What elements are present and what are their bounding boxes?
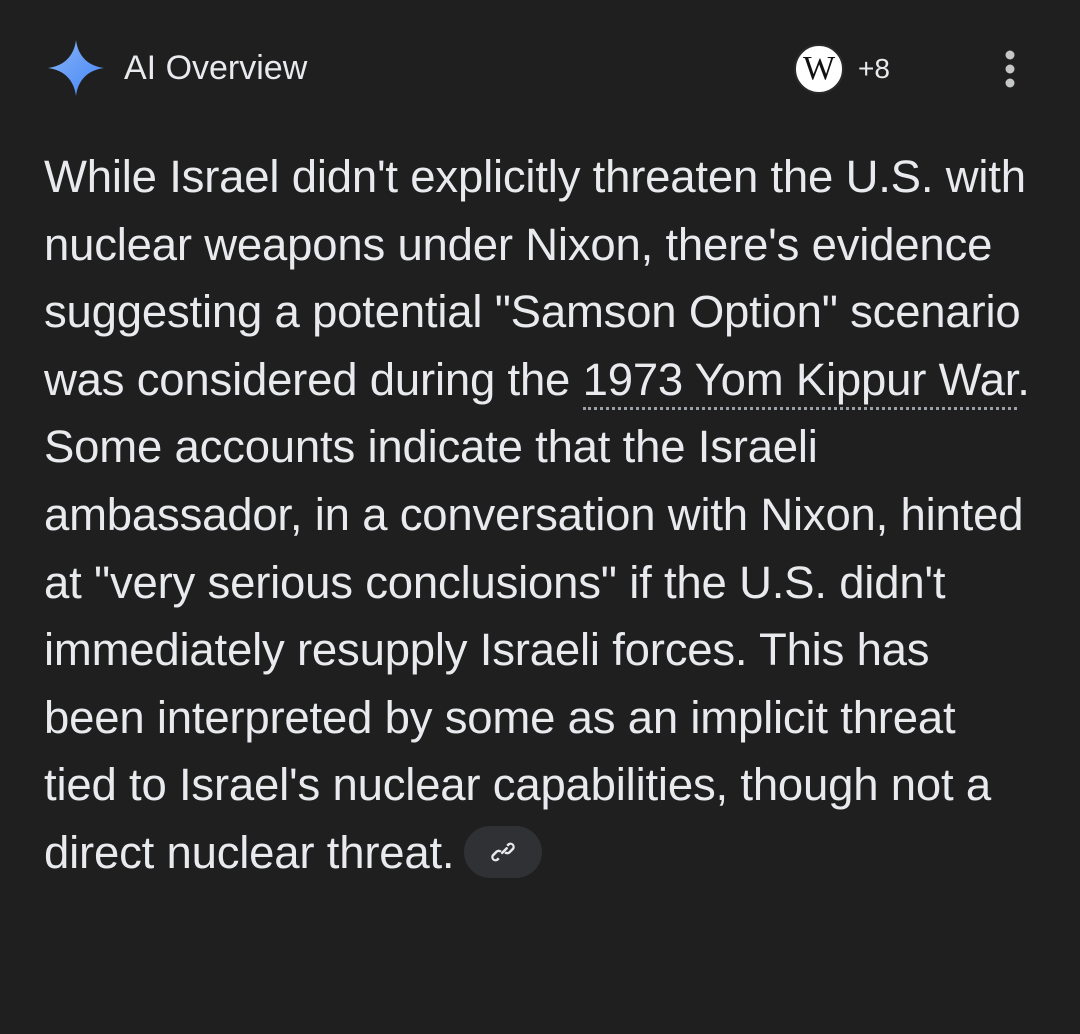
link-icon: [491, 842, 516, 862]
wikipedia-icon: W: [794, 44, 844, 94]
ai-overview-title: AI Overview: [124, 49, 308, 87]
ai-sparkle-icon: [44, 36, 108, 100]
overview-text-after: . Some accounts indicate that the Israel…: [44, 353, 1030, 878]
sources-count: +8: [858, 53, 890, 84]
more-vert-icon[interactable]: [992, 46, 1028, 92]
topic-link[interactable]: 1973 Yom Kippur War: [582, 353, 1017, 410]
citation-link-chip[interactable]: [464, 825, 543, 878]
overview-paragraph: While Israel didn't explicitly threaten …: [44, 143, 1034, 887]
sources-button[interactable]: W +8: [794, 44, 890, 94]
ai-overview-header: AI Overview W +8: [44, 36, 1040, 102]
